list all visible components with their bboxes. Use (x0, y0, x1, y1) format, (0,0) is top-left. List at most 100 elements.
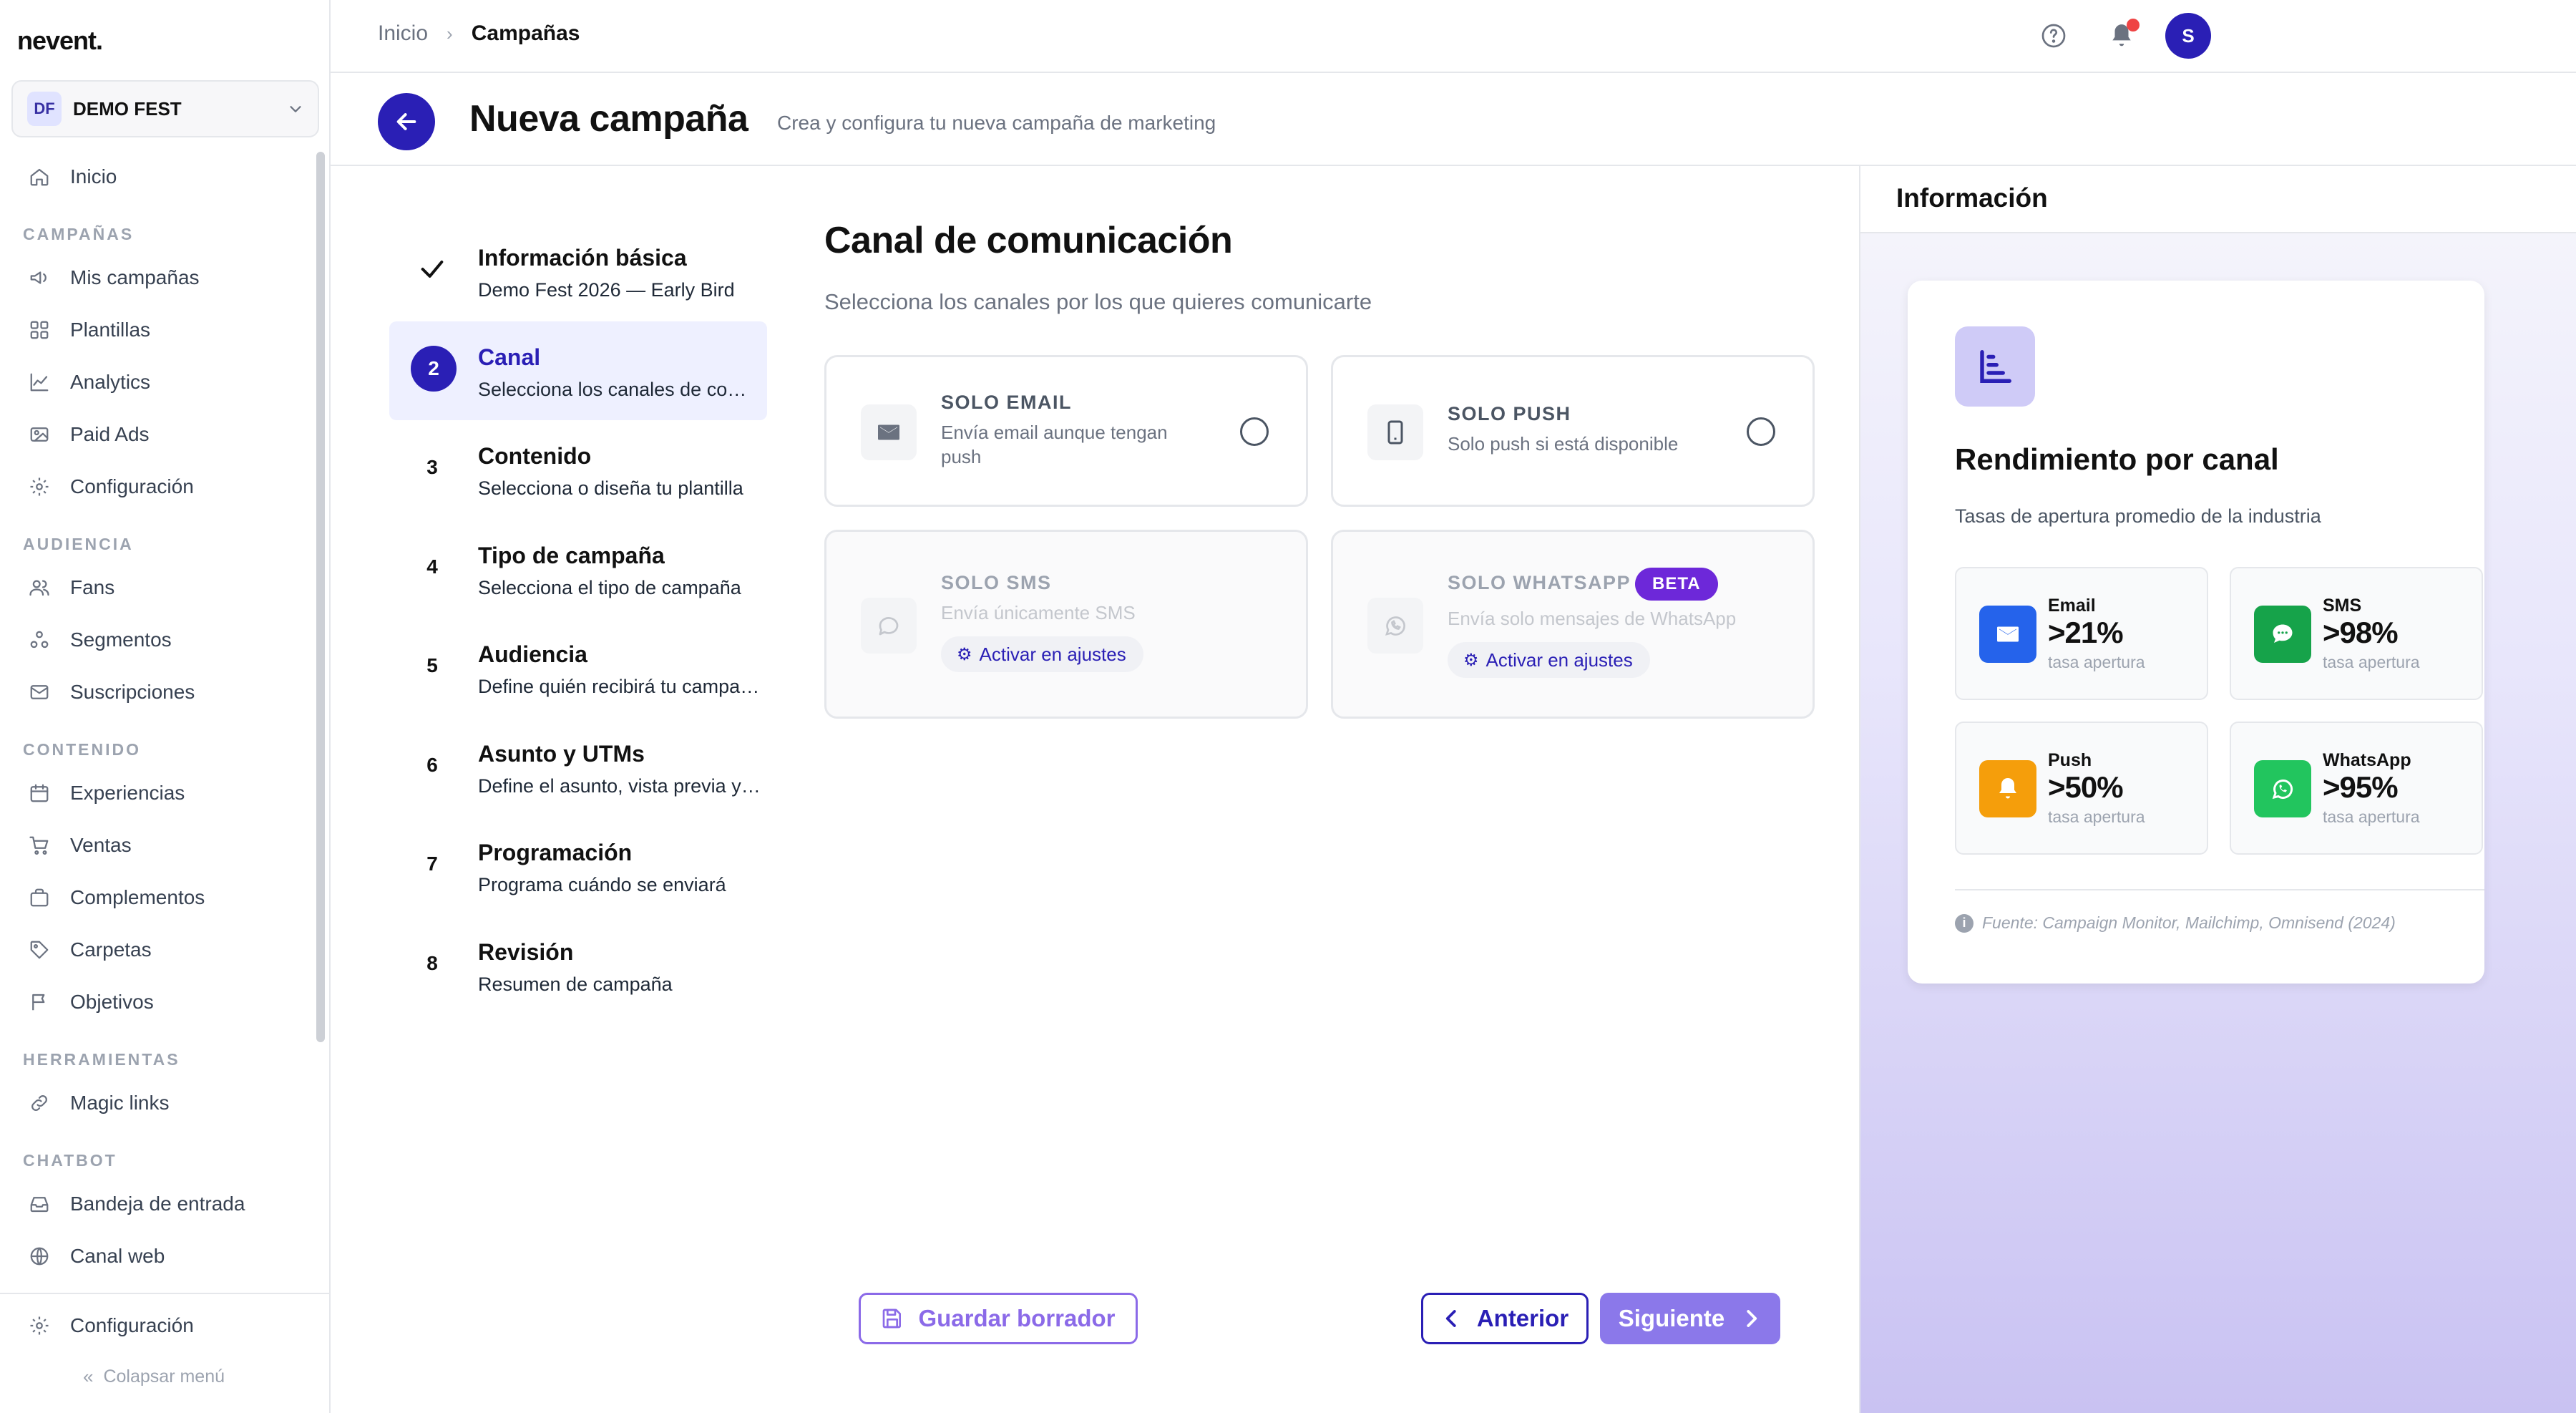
link-icon (31, 1094, 47, 1111)
stat-icon-box (1979, 606, 2036, 663)
sidebar-item-label: Suscripciones (70, 680, 195, 703)
step-title: Información básica (478, 245, 687, 271)
page-subtitle: Crea y configura tu nueva campaña de mar… (777, 112, 1216, 134)
stat-value: >98% (2323, 616, 2399, 649)
channel-icon-box (1367, 598, 1423, 654)
sidebar-item-canal-web[interactable]: Canal web (0, 1230, 319, 1282)
step-title: Tipo de campaña (478, 542, 665, 568)
sidebar-item-label: Analytics (70, 370, 151, 393)
stat-card-push: Push >50% tasa apertura (1955, 722, 2208, 855)
info-panel-header: Información (1860, 166, 2576, 233)
step-title: Revisión (478, 938, 574, 965)
step-desc: Demo Fest 2026 — Early Bird (478, 279, 735, 301)
org-selector[interactable]: DF DEMO FEST (11, 80, 319, 137)
sidebar-item-configuracion[interactable]: Configuración (0, 460, 319, 513)
channel-card-sms: SOLO SMS Envía únicamente SMS ⚙ Activar … (824, 530, 1308, 719)
next-label: Siguiente (1618, 1305, 1725, 1331)
back-button[interactable] (378, 93, 435, 150)
sidebar-item-label: Paid Ads (70, 422, 150, 445)
next-button[interactable]: Siguiente (1600, 1293, 1780, 1344)
stat-value: >95% (2323, 770, 2399, 804)
sidebar-item-segmentos[interactable]: Segmentos (0, 613, 319, 666)
info-panel-title: Información (1896, 183, 2048, 213)
page-title: Nueva campaña (469, 98, 748, 140)
channel-card-email[interactable]: SOLO EMAIL Envía email aunque tengan pus… (824, 355, 1308, 507)
channel-card-push[interactable]: SOLO PUSH Solo push si está disponible (1331, 355, 1815, 507)
channel-radio[interactable] (1240, 417, 1269, 446)
save-draft-button[interactable]: Guardar borrador (859, 1293, 1138, 1344)
sidebar-item-label: Configuración (70, 1314, 194, 1336)
collapse-menu-button[interactable]: « Colapsar menú (83, 1366, 225, 1388)
sidebar-item-fans[interactable]: Fans (0, 561, 319, 613)
activate-settings-button[interactable]: ⚙ Activar en ajustes (941, 636, 1143, 672)
step-title: Audiencia (478, 641, 587, 667)
step-programacion[interactable]: 7 Programación Programa cuándo se enviar… (389, 817, 767, 916)
step-desc: Selecciona los canales de comunicación (478, 378, 761, 400)
sidebar-item-bandeja[interactable]: Bandeja de entrada (0, 1178, 319, 1230)
step-number: 3 (426, 456, 438, 478)
step-contenido[interactable]: 3 Contenido Selecciona o diseña tu plant… (389, 420, 767, 520)
sidebar-footer-config[interactable]: Configuración (29, 1314, 194, 1337)
gear-icon: ⚙ (957, 644, 972, 664)
avatar[interactable]: S (2165, 13, 2211, 59)
sidebar-item-ventas[interactable]: Ventas (0, 819, 319, 871)
stat-label: tasa apertura (2048, 807, 2145, 826)
org-name: DEMO FEST (73, 97, 182, 120)
step-audiencia[interactable]: 5 Audiencia Define quién recibirá tu cam… (389, 618, 767, 718)
stat-card-whatsapp: WhatsApp >95% tasa apertura (2230, 722, 2483, 855)
sidebar-item-label: Magic links (70, 1091, 170, 1114)
stat-card-sms: SMS >98% tasa apertura (2230, 567, 2483, 700)
stat-name: SMS (2323, 596, 2362, 616)
step-title: Programación (478, 840, 633, 865)
sidebar-item-inicio[interactable]: Inicio (0, 150, 319, 203)
stat-icon-box (2254, 606, 2311, 663)
chevron-right-icon (1747, 1310, 1757, 1327)
step-informacion-basica[interactable]: Información básica Demo Fest 2026 — Earl… (389, 222, 767, 321)
sidebar-item-analytics[interactable]: Analytics (0, 356, 319, 408)
sidebar-item-paid-ads[interactable]: Paid Ads (0, 408, 319, 460)
double-chevron-left-icon: « (83, 1366, 94, 1387)
sidebar-item-carpetas[interactable]: Carpetas (0, 923, 319, 976)
breadcrumb: Inicio › Campañas (378, 21, 580, 46)
step-tipo-campana[interactable]: 4 Tipo de campaña Selecciona el tipo de … (389, 520, 767, 619)
megaphone-icon (30, 271, 47, 284)
sidebar-item-label: Mis campañas (70, 266, 200, 288)
perf-icon-box (1955, 326, 2035, 407)
chat-bubble-icon (879, 617, 899, 636)
sidebar-item-experiencias[interactable]: Experiencias (0, 767, 319, 819)
cart-icon (29, 836, 49, 855)
previous-button[interactable]: Anterior (1421, 1293, 1589, 1344)
sidebar-item-complementos[interactable]: Complementos (0, 871, 319, 923)
help-icon[interactable] (2041, 23, 2067, 49)
step-desc: Selecciona el tipo de campaña (478, 576, 741, 598)
sidebar-item-magic-links[interactable]: Magic links (0, 1077, 319, 1129)
step-revision[interactable]: 8 Revisión Resumen de campaña (389, 916, 767, 1016)
sidebar-item-suscripciones[interactable]: Suscripciones (0, 666, 319, 718)
step-number: 8 (426, 951, 438, 974)
sidebar-item-objetivos[interactable]: Objetivos (0, 976, 319, 1028)
sidebar-item-label: Canal web (70, 1244, 165, 1267)
step-desc: Resumen de campaña (478, 973, 673, 995)
breadcrumb-home[interactable]: Inicio (378, 21, 428, 46)
stat-value: >50% (2048, 770, 2124, 804)
sidebar-nav: Inicio CAMPAÑAS Mis campañas Plantillas … (0, 150, 319, 1282)
sidebar-item-plantillas[interactable]: Plantillas (0, 304, 319, 356)
activate-settings-label: Activar en ajustes (1485, 649, 1633, 671)
wizard-steps: Información básica Demo Fest 2026 — Earl… (389, 222, 767, 1015)
sidebar-item-label: Ventas (70, 833, 132, 856)
step-canal[interactable]: 2 Canal Selecciona los canales de comuni… (389, 321, 767, 420)
sidebar-item-label: Fans (70, 576, 115, 598)
channel-desc: Envía solo mensajes de WhatsApp (1448, 608, 1737, 629)
mail-icon (30, 684, 49, 699)
source-text: Fuente: Campaign Monitor, Mailchimp, Omn… (1982, 913, 2396, 932)
activate-settings-button[interactable]: ⚙ Activar en ajustes (1448, 642, 1650, 678)
sidebar-item-mis-campanas[interactable]: Mis campañas (0, 251, 319, 304)
tag-icon (30, 941, 49, 958)
app-logo[interactable]: nevent. (17, 26, 103, 56)
section-title: Canal de comunicación (824, 220, 1233, 261)
sidebar-scrollbar[interactable] (316, 152, 325, 1042)
source-note: i Fuente: Campaign Monitor, Mailchimp, O… (1955, 913, 2396, 933)
step-asunto-utms[interactable]: 6 Asunto y UTMs Define el asunto, vista … (389, 718, 767, 817)
segments-icon (30, 631, 49, 648)
channel-radio[interactable] (1747, 417, 1775, 446)
